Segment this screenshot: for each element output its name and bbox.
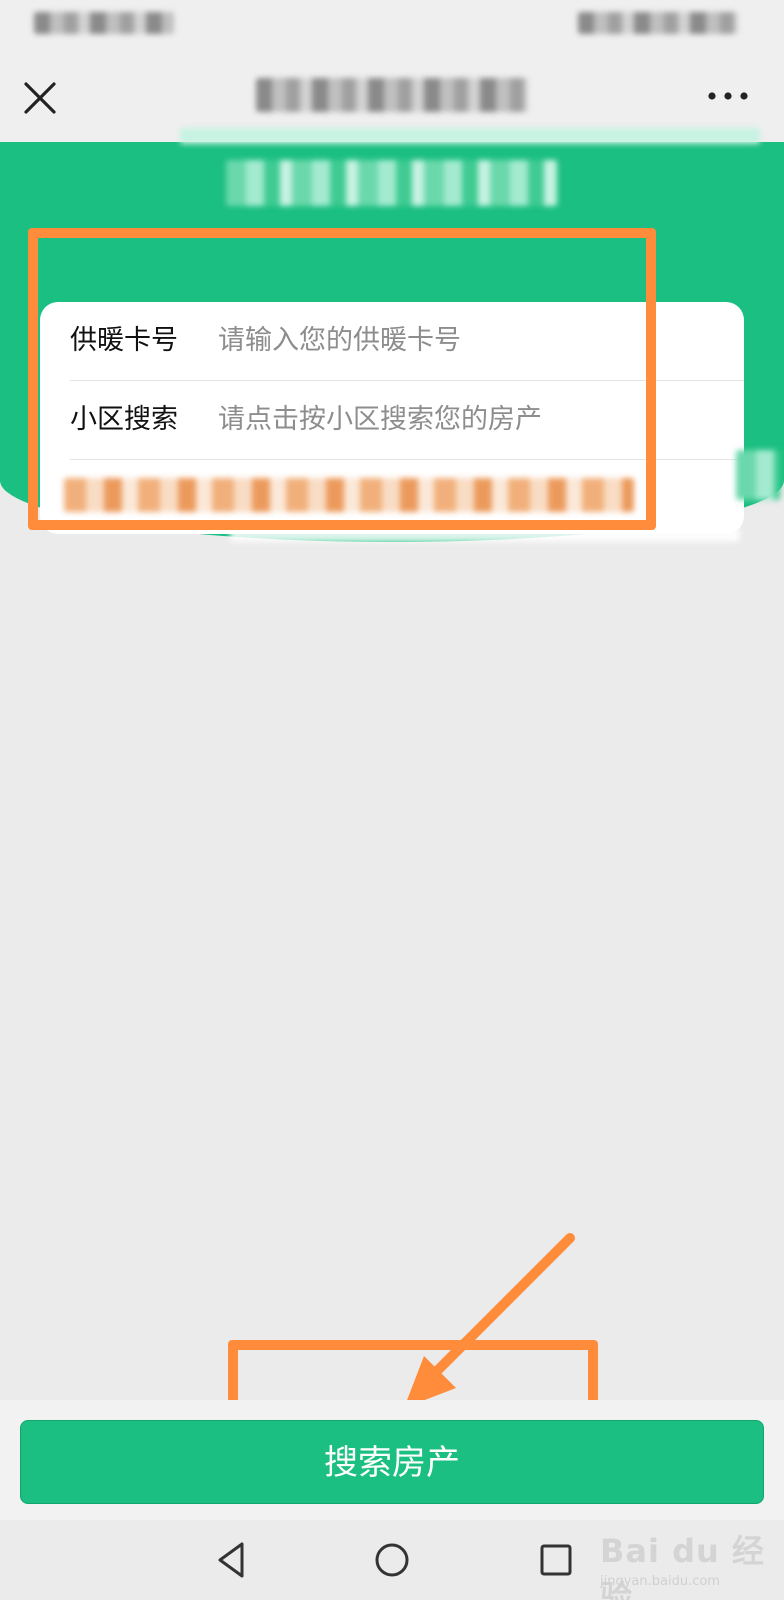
- home-button[interactable]: [370, 1538, 414, 1582]
- back-button[interactable]: [210, 1538, 254, 1582]
- close-icon: [24, 82, 56, 114]
- back-triangle-icon: [218, 1542, 244, 1578]
- card-bottom-redacted: [230, 528, 740, 542]
- status-right-redacted: [578, 12, 738, 34]
- annotation-box-form: [28, 228, 656, 530]
- baidu-watermark: Bai du 经验 jingyan.baidu.com: [600, 1516, 780, 1600]
- banner-text-redacted: [226, 160, 558, 206]
- more-icon: [708, 92, 748, 100]
- banner-top-redacted: [180, 128, 760, 144]
- recents-button[interactable]: [534, 1538, 578, 1582]
- page-title-redacted: [256, 78, 528, 112]
- recents-square-icon: [540, 1544, 572, 1576]
- more-button[interactable]: [704, 78, 752, 114]
- search-property-button[interactable]: 搜索房产: [20, 1420, 764, 1504]
- home-circle-icon: [375, 1543, 409, 1577]
- card-edge-redacted: [736, 450, 780, 500]
- close-button[interactable]: [20, 78, 60, 118]
- status-bar: [0, 0, 784, 48]
- status-left-redacted: [34, 12, 174, 34]
- watermark-url: jingyan.baidu.com: [600, 1574, 720, 1589]
